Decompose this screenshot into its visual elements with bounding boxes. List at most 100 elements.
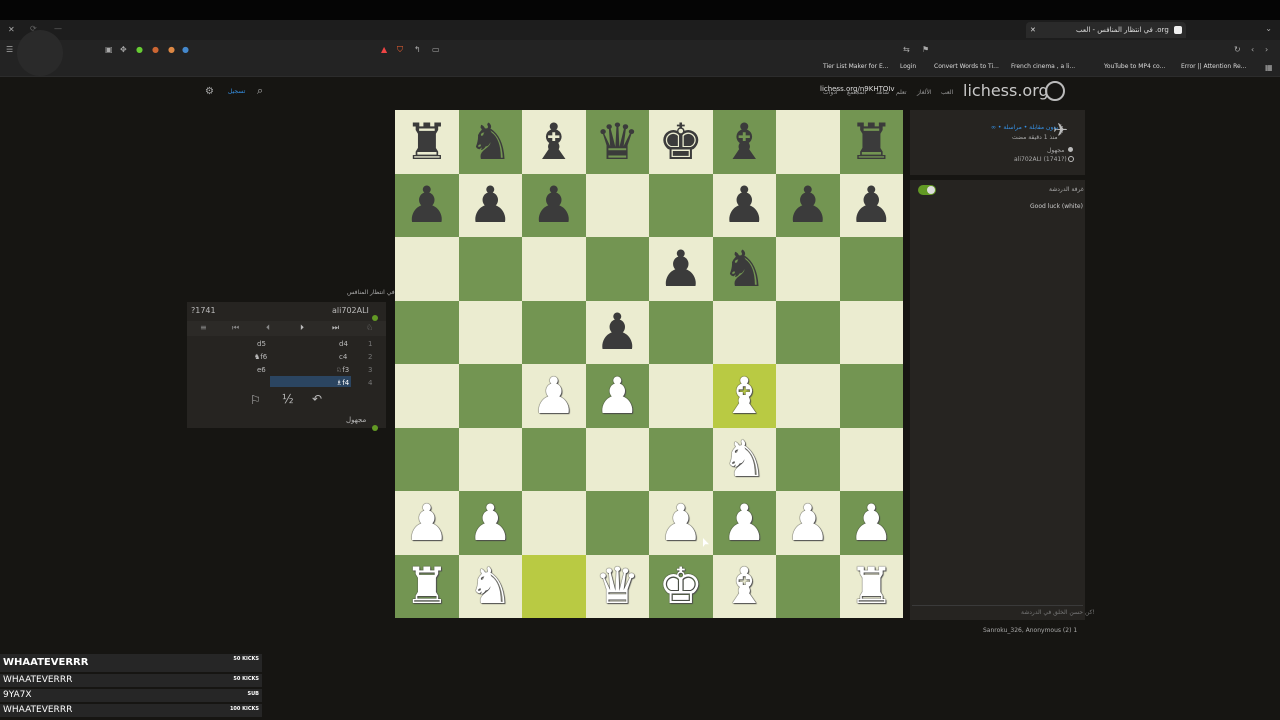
white-knight-icon[interactable]: ♞ [468, 561, 513, 611]
takeback-icon[interactable]: ↶ [312, 392, 322, 406]
square-e6[interactable]: ♟ [649, 237, 713, 301]
square-e7[interactable] [649, 173, 713, 237]
all-bookmarks-icon[interactable]: ▦ [1265, 63, 1273, 73]
move-white[interactable]: ♘f3 [336, 366, 349, 374]
active-tab[interactable]: ✕ في انتظار المنافس - العب .org [1026, 22, 1186, 38]
square-a3[interactable] [395, 427, 459, 491]
white-pawn-icon[interactable]: ♟ [595, 371, 640, 421]
square-f5[interactable] [712, 300, 776, 364]
menu-icon[interactable]: ≡ [200, 323, 207, 332]
black-king-icon[interactable]: ♚ [658, 117, 703, 167]
nav-community[interactable]: المجتمع [847, 89, 866, 96]
square-e4[interactable] [649, 364, 713, 428]
square-a6[interactable] [395, 237, 459, 301]
black-pawn-icon[interactable]: ♟ [595, 307, 640, 357]
bookmark-item[interactable]: Convert Words to Ti... [934, 63, 999, 70]
black-pawn-icon[interactable]: ♟ [658, 244, 703, 294]
square-e2[interactable]: ♟ [649, 491, 713, 555]
square-b4[interactable] [458, 364, 522, 428]
square-c5[interactable] [522, 300, 586, 364]
black-pawn-icon[interactable]: ♟ [849, 180, 894, 230]
black-pawn-icon[interactable]: ♟ [531, 180, 576, 230]
square-e1[interactable]: ♚ [649, 554, 713, 618]
square-g3[interactable] [776, 427, 840, 491]
square-g6[interactable] [776, 237, 840, 301]
square-b3[interactable] [458, 427, 522, 491]
white-pawn-icon[interactable]: ♟ [722, 498, 767, 548]
square-c4[interactable]: ♟ [522, 364, 586, 428]
brave-shield-icon[interactable]: ⛉ [397, 45, 403, 55]
player-name[interactable]: مجهول [346, 416, 366, 424]
tab-menu-icon[interactable]: ⌄ [1265, 24, 1272, 34]
prev-move-icon[interactable]: ⏴ [266, 323, 270, 333]
move-black[interactable]: d5 [257, 340, 266, 348]
white-queen-icon[interactable]: ♛ [595, 561, 640, 611]
square-a5[interactable] [395, 300, 459, 364]
square-h2[interactable]: ♟ [839, 491, 903, 555]
square-f8[interactable]: ♝ [712, 110, 776, 174]
square-d5[interactable]: ♟ [585, 300, 649, 364]
tab-close-icon[interactable]: ✕ [1030, 22, 1036, 38]
white-rook-icon[interactable]: ♜ [404, 561, 449, 611]
reader-icon[interactable]: ▭ [432, 45, 440, 55]
white-pawn-icon[interactable]: ♟ [531, 371, 576, 421]
addon4-icon[interactable]: ● [182, 45, 189, 55]
square-b6[interactable] [458, 237, 522, 301]
square-c8[interactable]: ♝ [522, 110, 586, 174]
square-d1[interactable]: ♛ [585, 554, 649, 618]
move-black[interactable]: ♞f6 [254, 353, 267, 361]
square-b5[interactable] [458, 300, 522, 364]
analysis-icon[interactable]: ♘ [366, 323, 373, 332]
square-f1[interactable]: ♝ [712, 554, 776, 618]
bookmark-icon[interactable]: ⚑ [922, 45, 929, 55]
square-f4[interactable]: ♝ [712, 364, 776, 428]
square-h4[interactable] [839, 364, 903, 428]
chat-toggle[interactable] [918, 185, 936, 195]
square-d3[interactable] [585, 427, 649, 491]
close-window-icon[interactable]: ✕ [8, 25, 15, 35]
nav-learn[interactable]: تعلم [896, 89, 907, 96]
black-pawn-icon[interactable]: ♟ [785, 180, 830, 230]
square-d4[interactable]: ♟ [585, 364, 649, 428]
square-c7[interactable]: ♟ [522, 173, 586, 237]
black-pawn-icon[interactable]: ♟ [722, 180, 767, 230]
move-white[interactable]: c4 [339, 353, 347, 361]
square-d8[interactable]: ♛ [585, 110, 649, 174]
opponent-name[interactable]: ali702ALI [332, 306, 369, 315]
white-pawn-icon[interactable]: ♟ [849, 498, 894, 548]
square-c2[interactable] [522, 491, 586, 555]
square-b7[interactable]: ♟ [458, 173, 522, 237]
square-h5[interactable] [839, 300, 903, 364]
move-white[interactable]: d4 [339, 340, 348, 348]
move-black[interactable]: e6 [257, 366, 266, 374]
addon3-icon[interactable]: ● [168, 45, 175, 55]
square-a4[interactable] [395, 364, 459, 428]
square-g5[interactable] [776, 300, 840, 364]
reload-icon[interactable]: ↻ [1234, 45, 1241, 55]
share-page-icon[interactable]: ⇆ [903, 45, 910, 55]
lichess-knight-icon[interactable] [1045, 81, 1065, 101]
square-g8[interactable] [776, 110, 840, 174]
bookmark-item[interactable]: Error || Attention Re... [1181, 63, 1246, 70]
square-b8[interactable]: ♞ [458, 110, 522, 174]
nav-watch[interactable]: شاهد [876, 89, 889, 96]
back-icon[interactable]: ‹ [1251, 45, 1254, 55]
white-bishop-icon[interactable]: ♝ [722, 371, 767, 421]
bookmark-item[interactable]: Tier List Maker for E... [823, 63, 888, 70]
bookmark-item[interactable]: YouTube to MP4 co... [1104, 63, 1165, 70]
square-c1[interactable] [522, 554, 586, 618]
square-a8[interactable]: ♜ [395, 110, 459, 174]
square-d6[interactable] [585, 237, 649, 301]
square-c6[interactable] [522, 237, 586, 301]
square-d2[interactable] [585, 491, 649, 555]
white-pawn-icon[interactable]: ♟ [404, 498, 449, 548]
nav-play[interactable]: العب [941, 89, 953, 96]
square-h7[interactable]: ♟ [839, 173, 903, 237]
square-h6[interactable] [839, 237, 903, 301]
square-f2[interactable]: ♟ [712, 491, 776, 555]
square-a1[interactable]: ♜ [395, 554, 459, 618]
move-white-current[interactable]: ♗f4 [336, 379, 349, 387]
brave-rewards-icon[interactable]: ▲ [381, 45, 387, 55]
black-pawn-icon[interactable]: ♟ [404, 180, 449, 230]
square-c3[interactable] [522, 427, 586, 491]
